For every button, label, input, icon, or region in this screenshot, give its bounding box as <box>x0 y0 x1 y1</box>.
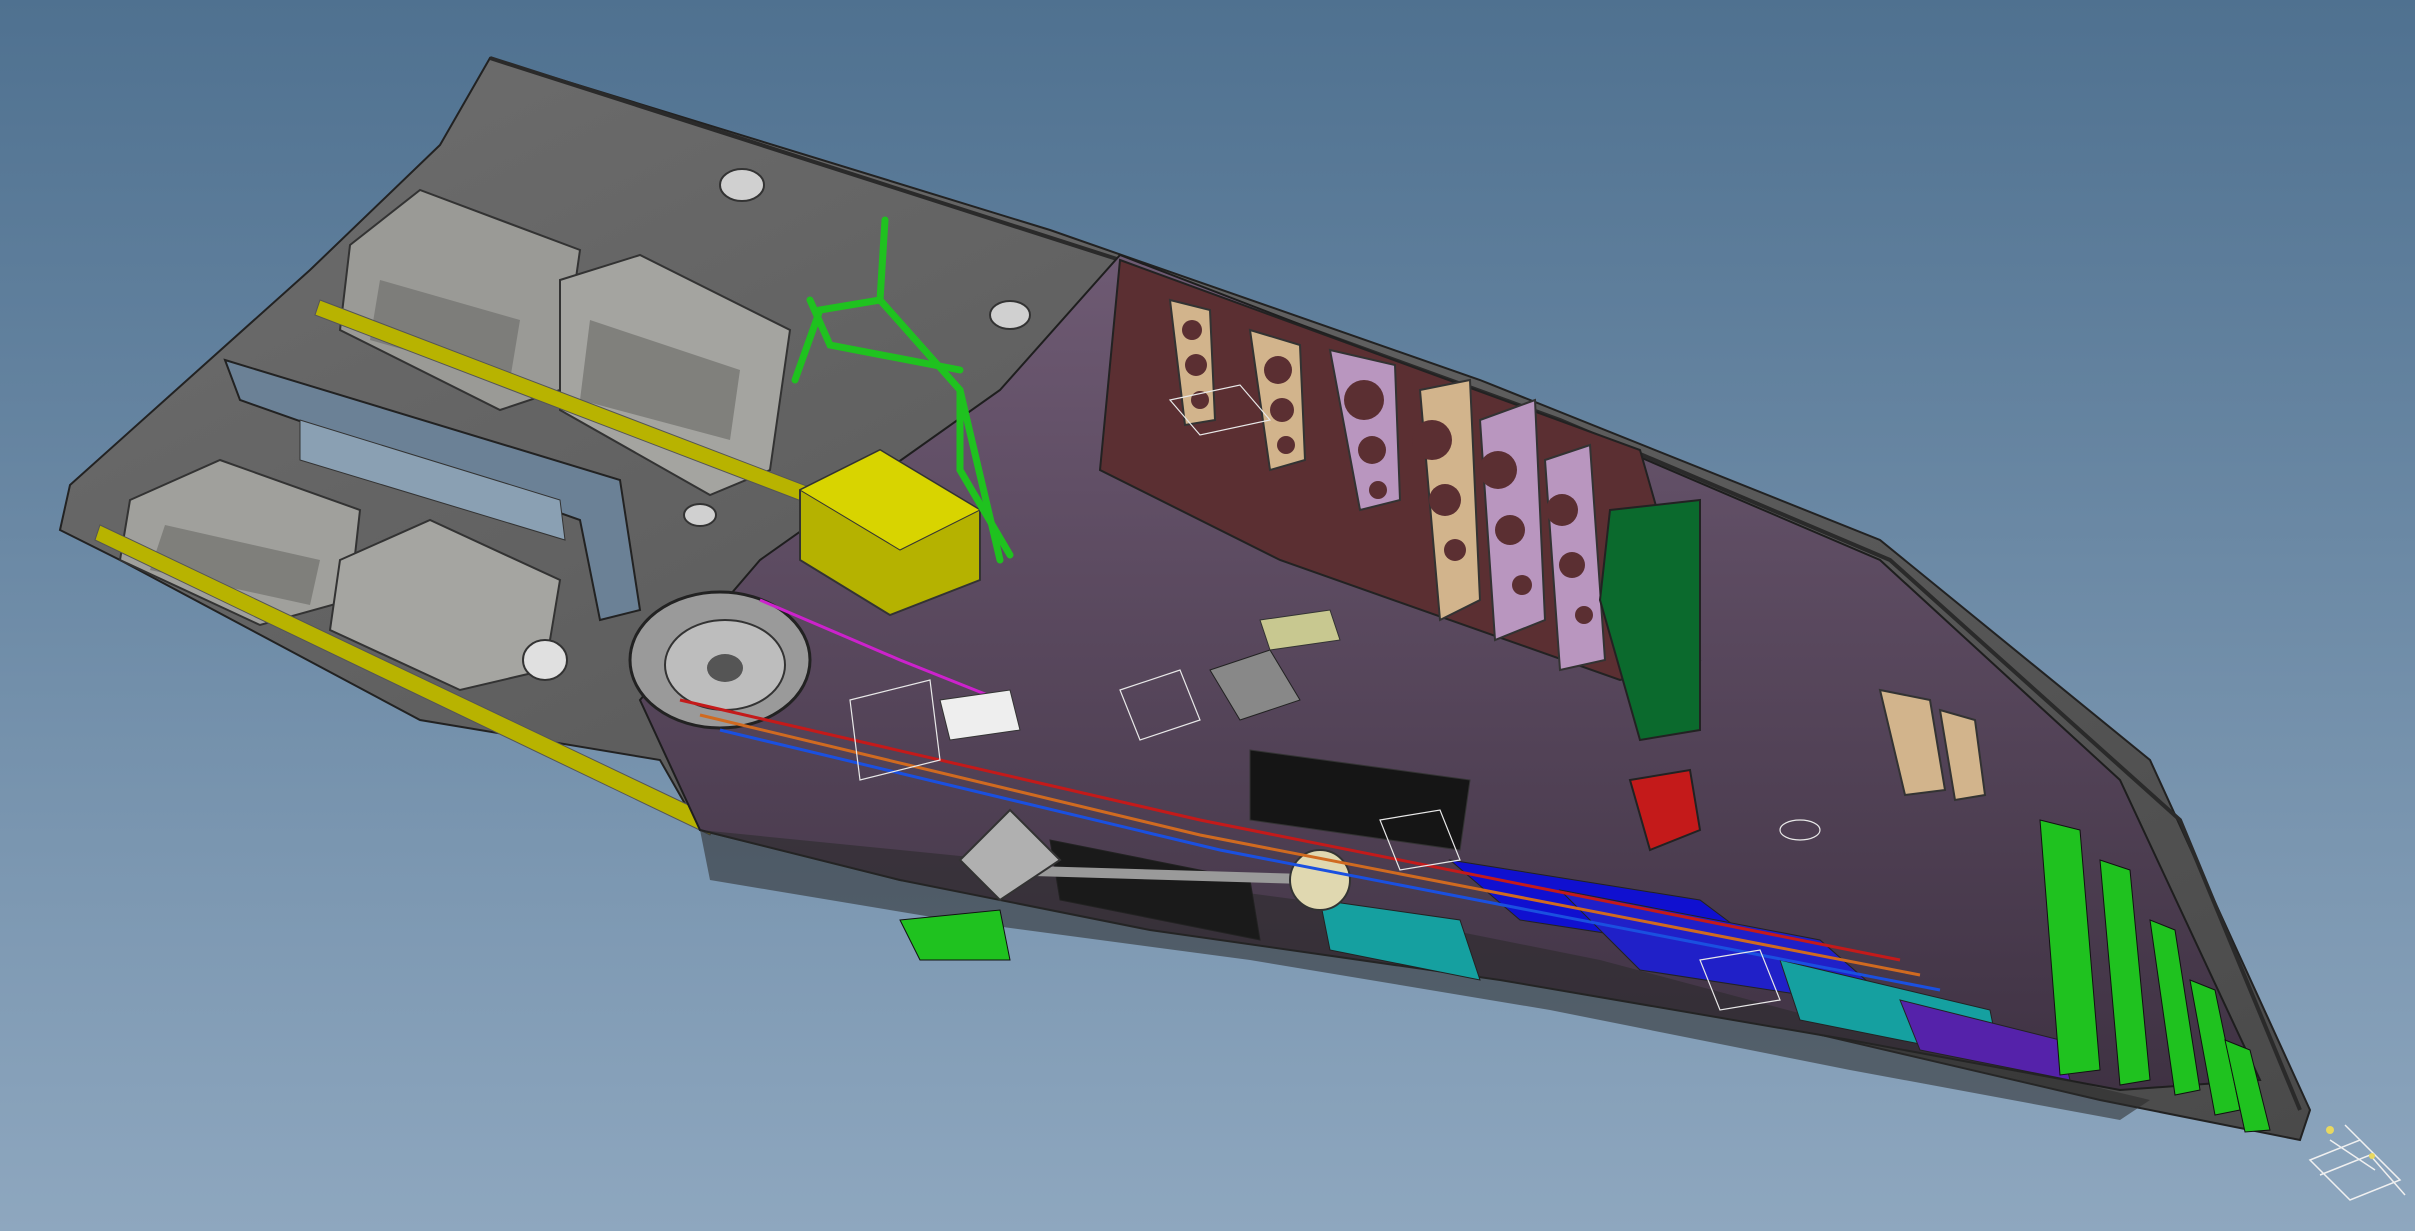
cad-3d-viewport[interactable] <box>0 0 2415 1231</box>
hull-model[interactable] <box>0 0 2415 1231</box>
compass-axis-icon[interactable] <box>2308 1124 2406 1201</box>
flywheel[interactable] <box>628 590 812 730</box>
